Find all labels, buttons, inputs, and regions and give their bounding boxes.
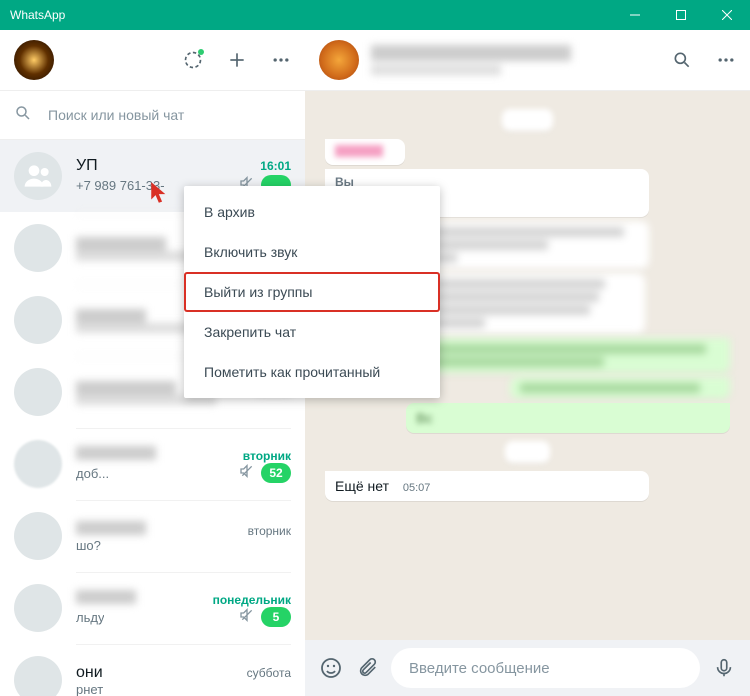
mic-icon[interactable] [712, 656, 736, 680]
window-minimize-button[interactable] [612, 0, 658, 30]
emoji-icon[interactable] [319, 656, 343, 680]
menu-dots-icon[interactable] [271, 50, 291, 70]
search-bar [0, 91, 305, 140]
title-bar: WhatsApp [0, 0, 750, 30]
unread-badge: 5 [261, 607, 291, 627]
message-outgoing[interactable] [420, 338, 730, 373]
menu-mark-read[interactable]: Пометить как прочитанный [184, 352, 440, 392]
menu-archive[interactable]: В архив [184, 192, 440, 232]
date-chip [325, 441, 730, 463]
chat-context-menu: В архив Включить звук Выйти из группы За… [184, 186, 440, 398]
chat-name: УП [76, 157, 98, 175]
chat-avatar [14, 584, 62, 632]
chat-preview: рнет [76, 682, 103, 696]
chat-time: вторник [248, 524, 291, 538]
window-close-button[interactable] [704, 0, 750, 30]
chat-avatar [14, 368, 62, 416]
message-incoming[interactable]: Ещё нет 05:07 [325, 471, 649, 501]
chat-time: понедельник [213, 593, 291, 607]
chat-avatar [14, 296, 62, 344]
chat-avatar [14, 656, 62, 696]
app-title: WhatsApp [0, 8, 75, 22]
chat-time: вторник [243, 449, 291, 463]
chat-avatar [14, 440, 62, 488]
chat-preview: +7 989 761-33- [76, 178, 165, 193]
chat-item[interactable]: понедельник льду 5 [0, 572, 305, 644]
composer [305, 640, 750, 696]
menu-unmute[interactable]: Включить звук [184, 232, 440, 272]
search-icon [14, 104, 32, 127]
muted-icon [239, 463, 255, 484]
left-header [0, 30, 305, 91]
menu-pin[interactable]: Закрепить чат [184, 312, 440, 352]
status-unread-dot [198, 49, 204, 55]
message-input[interactable] [407, 659, 684, 678]
message-input-wrap [391, 648, 700, 688]
attach-icon[interactable] [355, 656, 379, 680]
chat-avatar [14, 512, 62, 560]
new-chat-icon[interactable] [227, 50, 247, 70]
message-outgoing[interactable] [510, 377, 730, 399]
date-chip [325, 109, 730, 131]
conversation-header[interactable] [305, 30, 750, 91]
chat-item[interactable]: они суббота рнет [0, 644, 305, 696]
status-icon[interactable] [183, 50, 203, 70]
message-text: Ещё нет [335, 478, 389, 494]
chat-time: суббота [247, 666, 291, 680]
search-input[interactable] [46, 106, 291, 124]
menu-leave-group[interactable]: Выйти из группы [184, 272, 440, 312]
chat-avatar [14, 224, 62, 272]
chat-item[interactable]: вторник шо? [0, 500, 305, 572]
chat-preview: льду [76, 610, 104, 625]
chat-preview: доб... [76, 466, 109, 481]
unread-badge: 52 [261, 463, 291, 483]
sender-name [335, 145, 383, 157]
message-time: 05:07 [403, 482, 431, 494]
search-in-chat-icon[interactable] [672, 50, 692, 70]
conversation-avatar [319, 40, 359, 80]
chat-item[interactable]: вторник доб... 52 [0, 428, 305, 500]
muted-icon [239, 607, 255, 628]
group-avatar-icon [14, 152, 62, 200]
window-maximize-button[interactable] [658, 0, 704, 30]
conversation-menu-icon[interactable] [716, 50, 736, 70]
my-avatar[interactable] [14, 40, 54, 80]
chat-preview: шо? [76, 538, 101, 553]
chat-time: 16:01 [260, 159, 291, 173]
message-incoming[interactable] [325, 139, 405, 165]
conversation-title [371, 45, 571, 75]
message-outgoing[interactable]: Вс [406, 403, 730, 433]
